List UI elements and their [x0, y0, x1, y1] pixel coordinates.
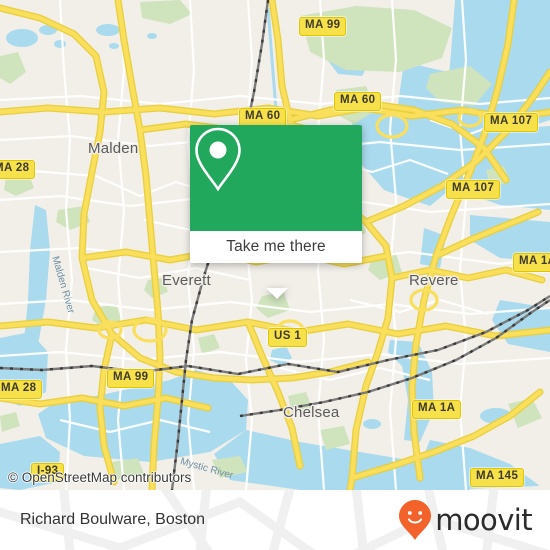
highway-shield-ma-28-north[interactable]: MA 28	[0, 160, 36, 179]
highway-shield-ma-145[interactable]: MA 145	[470, 468, 525, 487]
destination-callout-card[interactable]: Take me there	[190, 125, 362, 299]
moovit-brand-logo[interactable]: moovit	[398, 499, 533, 541]
moovit-wordmark: moovit	[435, 502, 532, 537]
footer-bar: Richard Boulware, Boston moovit	[0, 490, 550, 550]
highway-shield-us-1[interactable]: US 1	[268, 328, 308, 347]
highway-shield-ma-107-south[interactable]: MA 107	[446, 180, 501, 199]
moovit-map-screenshot: Malden Everett Revere Chelsea Malden Riv…	[0, 0, 550, 550]
callout-tail	[266, 288, 288, 299]
take-me-there-button[interactable]: Take me there	[190, 231, 362, 263]
callout-image-area	[190, 125, 362, 231]
take-me-there-label: Take me there	[226, 238, 326, 255]
highway-shield-ma-99-north[interactable]: MA 99	[299, 17, 347, 36]
highway-shield-ma-99-south[interactable]: MA 99	[107, 369, 155, 388]
moovit-pin-smiley-icon	[399, 500, 432, 540]
highway-shield-ma-60-west[interactable]: MA 60	[239, 108, 287, 127]
page-title: Richard Boulware, Boston	[20, 511, 205, 528]
osm-attribution[interactable]: © OpenStreetMap contributors	[8, 470, 191, 485]
highway-shield-ma-1a-north[interactable]: MA 1A	[513, 253, 550, 272]
map-canvas[interactable]: Malden Everett Revere Chelsea Malden Riv…	[0, 0, 550, 490]
highway-shield-ma-28-south[interactable]: MA 28	[0, 380, 43, 399]
map-pin-icon	[195, 127, 241, 192]
highway-shield-ma-107-north[interactable]: MA 107	[484, 113, 539, 132]
highway-shield-ma-1a-south[interactable]: MA 1A	[412, 400, 462, 419]
highway-shield-ma-60-east[interactable]: MA 60	[334, 92, 382, 111]
